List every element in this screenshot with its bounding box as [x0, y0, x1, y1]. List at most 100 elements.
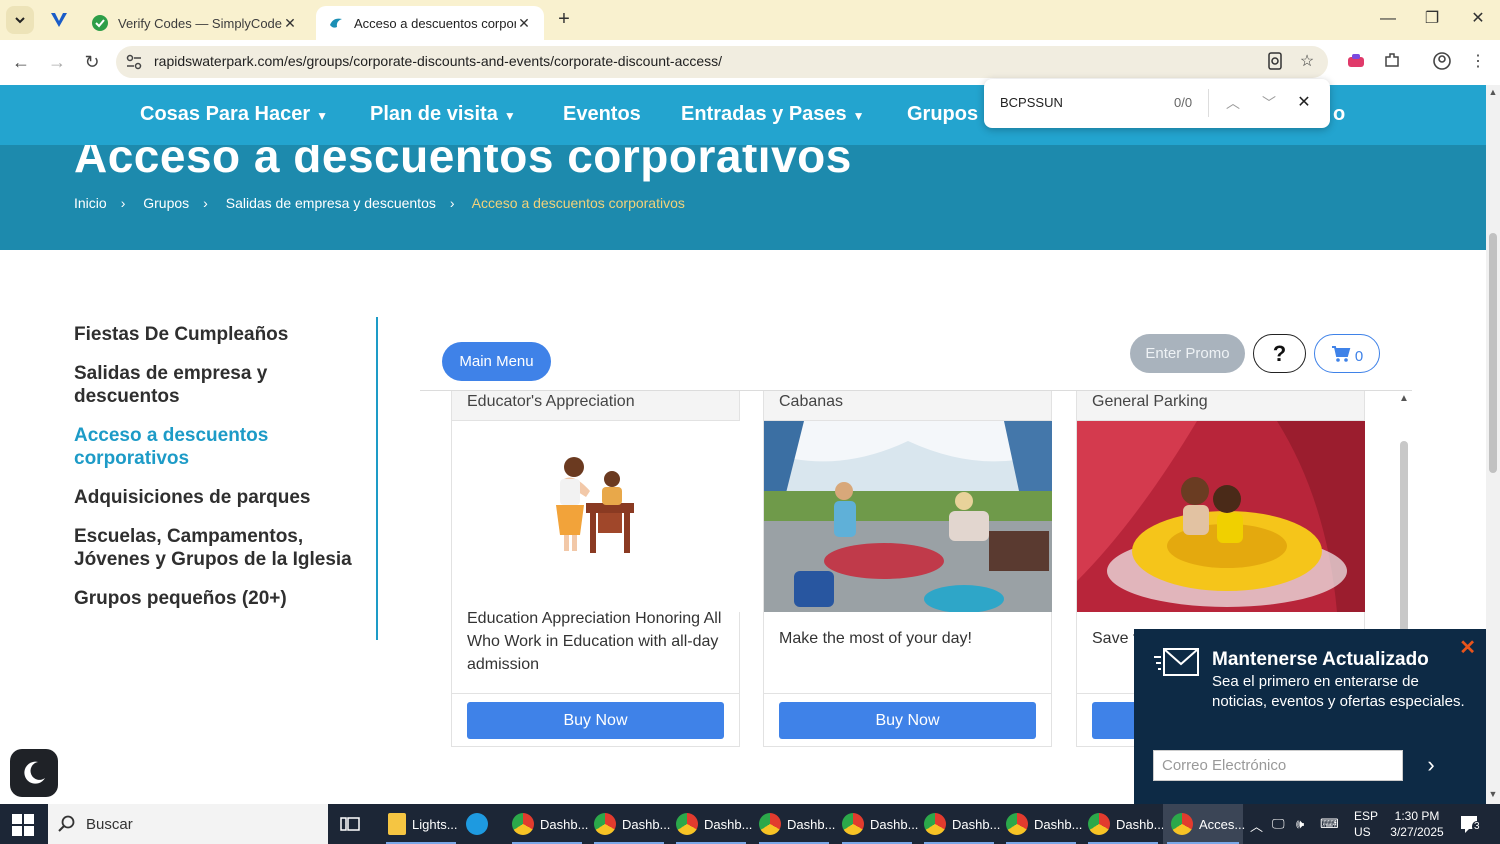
taskbar-item-dashboard[interactable]: Dashb... [590, 804, 670, 844]
tab-verify-codes[interactable]: Verify Codes — SimplyCodes ✕ [80, 6, 310, 40]
profile-avatar-icon[interactable] [1430, 51, 1454, 75]
taskbar-item-dashboard[interactable]: Dashb... [838, 804, 918, 844]
sidebar-item-grupos-pequenos[interactable]: Grupos pequeños (20+) [74, 587, 354, 610]
chevron-down-icon: ▼ [852, 109, 865, 123]
sidebar-item-salidas[interactable]: Salidas de empresa y descuentos [74, 362, 354, 408]
taskbar-search[interactable]: Buscar [48, 804, 328, 844]
tab-search-dropdown[interactable] [6, 6, 34, 34]
nav-last-item[interactable]: o [1333, 103, 1345, 126]
minimize-icon[interactable]: — [1376, 8, 1400, 32]
region-code: US [1354, 825, 1371, 839]
educator-illustration [452, 421, 740, 612]
breadcrumb-salidas[interactable]: Salidas de empresa y descuentos [226, 195, 436, 211]
breadcrumb-grupos[interactable]: Grupos [143, 195, 189, 211]
system-clock[interactable]: 1:30 PM 3/27/2025 [1386, 808, 1448, 840]
close-icon[interactable]: ✕ [1459, 635, 1476, 660]
nav-label: Entradas y Pases [681, 103, 847, 125]
nav-plan-de-visita[interactable]: Plan de visita ▼ [370, 103, 516, 126]
taskbar-item-dashboard[interactable]: Dashb... [920, 804, 1000, 844]
browser-menu-icon[interactable]: ⋮ [1466, 51, 1490, 75]
close-tab-icon[interactable]: ✕ [282, 15, 298, 32]
taskbar-item-dashboard[interactable]: Dashb... [1084, 804, 1164, 844]
bookmark-star-icon[interactable]: ☆ [1296, 52, 1318, 74]
taskbar-item-dashboard[interactable]: Dashb... [508, 804, 588, 844]
back-arrow-icon[interactable]: ← [9, 50, 33, 74]
tab-acceso-descuentos[interactable]: Acceso a descuentos corporativ ✕ [316, 6, 544, 40]
card-divider [452, 693, 740, 694]
taskbar-item-dashboard[interactable]: Dashb... [672, 804, 752, 844]
nav-entradas-y-pases[interactable]: Entradas y Pases ▼ [681, 103, 865, 126]
forward-arrow-icon[interactable]: → [45, 50, 69, 74]
newsletter-text: Sea el primero en enterarse de noticias,… [1212, 673, 1465, 710]
chevron-right-icon[interactable]: › [1416, 750, 1446, 781]
clock-date: 3/27/2025 [1390, 825, 1444, 839]
chrome-icon [512, 813, 534, 835]
lang-code: ESP [1354, 809, 1379, 823]
site-info-icon[interactable] [124, 52, 144, 72]
previous-match-icon[interactable]: ︿ [1222, 92, 1244, 114]
breadcrumb-separator: › [449, 195, 455, 211]
page-scrollbar[interactable]: ▲ ▼ [1486, 85, 1500, 804]
windows-start-icon[interactable] [12, 814, 34, 836]
v-logo-icon [51, 13, 67, 27]
card-title: Cabanas [764, 391, 1051, 421]
input-language[interactable]: ESP US [1354, 808, 1378, 840]
taskbar-item-lights[interactable]: Lights... [382, 804, 460, 844]
close-tab-icon[interactable]: ✕ [516, 15, 532, 32]
enter-promo-button[interactable]: Enter Promo [1130, 334, 1245, 373]
nav-cosas-para-hacer[interactable]: Cosas Para Hacer ▼ [140, 103, 328, 126]
dark-mode-toggle[interactable] [10, 749, 58, 797]
sidebar-item-acceso[interactable]: Acceso a descuentos corporativos [74, 424, 354, 470]
taskbar-item-acceso[interactable]: Acces... [1163, 804, 1245, 844]
cart-button[interactable]: 0 [1314, 334, 1380, 373]
page-search-icon[interactable] [1264, 52, 1286, 74]
network-icon[interactable]: 🖵 [1272, 816, 1285, 832]
scrollbar-thumb[interactable] [1489, 233, 1497, 473]
new-tab-button[interactable]: + [552, 8, 576, 32]
scroll-up-icon[interactable]: ▲ [1398, 393, 1410, 404]
find-input[interactable]: BCPSSUN [1000, 95, 1063, 110]
sidebar-item-fiestas[interactable]: Fiestas De Cumpleaños [74, 323, 354, 346]
help-button[interactable]: ? [1253, 334, 1306, 373]
notifications-button[interactable]: 3 [1460, 814, 1482, 834]
close-window-icon[interactable]: ✕ [1466, 8, 1490, 32]
close-find-icon[interactable]: ✕ [1293, 92, 1315, 114]
buy-now-button[interactable]: Buy Now [467, 702, 724, 739]
cabanas-photo [764, 421, 1052, 612]
notification-count: 3 [1472, 821, 1482, 832]
reload-icon[interactable]: ↻ [80, 50, 104, 74]
card-title: Educator's Appreciation [452, 391, 739, 421]
tab-title: Acceso a descuentos corporativ [354, 15, 516, 31]
extensions-puzzle-icon[interactable] [1380, 51, 1404, 75]
scrollbar-thumb[interactable] [1400, 441, 1408, 641]
tab-strip: Verify Codes — SimplyCodes ✕ Acceso a de… [0, 0, 1500, 40]
find-match-count: 0/0 [1174, 95, 1193, 110]
next-match-icon[interactable]: ﹀ [1258, 92, 1280, 114]
maximize-icon[interactable]: ❐ [1420, 8, 1444, 32]
sidebar-item-adquisiciones[interactable]: Adquisiciones de parques [74, 486, 354, 509]
newsletter-popup: ✕ Mantenerse Actualizado Sea el primero … [1134, 629, 1486, 804]
taskbar-item-dashboard[interactable]: Dashb... [755, 804, 835, 844]
parking-photo [1077, 421, 1365, 612]
scroll-down-icon[interactable]: ▼ [1488, 789, 1498, 799]
keyboard-icon[interactable]: ⌨ [1320, 816, 1339, 832]
buy-now-button[interactable]: Buy Now [779, 702, 1036, 739]
task-view-icon[interactable] [340, 804, 364, 844]
taskbar-item-dashboard[interactable]: Dashb... [1002, 804, 1082, 844]
extension-app-icon[interactable] [1344, 51, 1368, 75]
nav-eventos[interactable]: Eventos [563, 103, 641, 126]
email-field[interactable]: Correo Electrónico [1153, 750, 1403, 781]
pinned-tab[interactable] [44, 6, 74, 34]
volume-icon[interactable]: 🕪 [1296, 816, 1304, 832]
nav-grupos[interactable]: Grupos [907, 103, 978, 126]
address-bar[interactable]: rapidswaterpark.com/es/groups/corporate-… [116, 46, 1328, 78]
chevron-down-icon [15, 17, 25, 24]
taskbar-item-edge[interactable] [466, 804, 498, 844]
main-menu-button[interactable]: Main Menu [442, 342, 551, 381]
scroll-up-icon[interactable]: ▲ [1488, 87, 1498, 97]
nav-label: Plan de visita [370, 103, 498, 125]
sidebar-item-escuelas[interactable]: Escuelas, Campamentos, Jóvenes y Grupos … [74, 525, 354, 571]
newsletter-title: Mantenerse Actualizado [1212, 649, 1429, 670]
breadcrumb-inicio[interactable]: Inicio [74, 195, 107, 211]
show-hidden-icons-icon[interactable]: ︿ [1250, 816, 1263, 835]
